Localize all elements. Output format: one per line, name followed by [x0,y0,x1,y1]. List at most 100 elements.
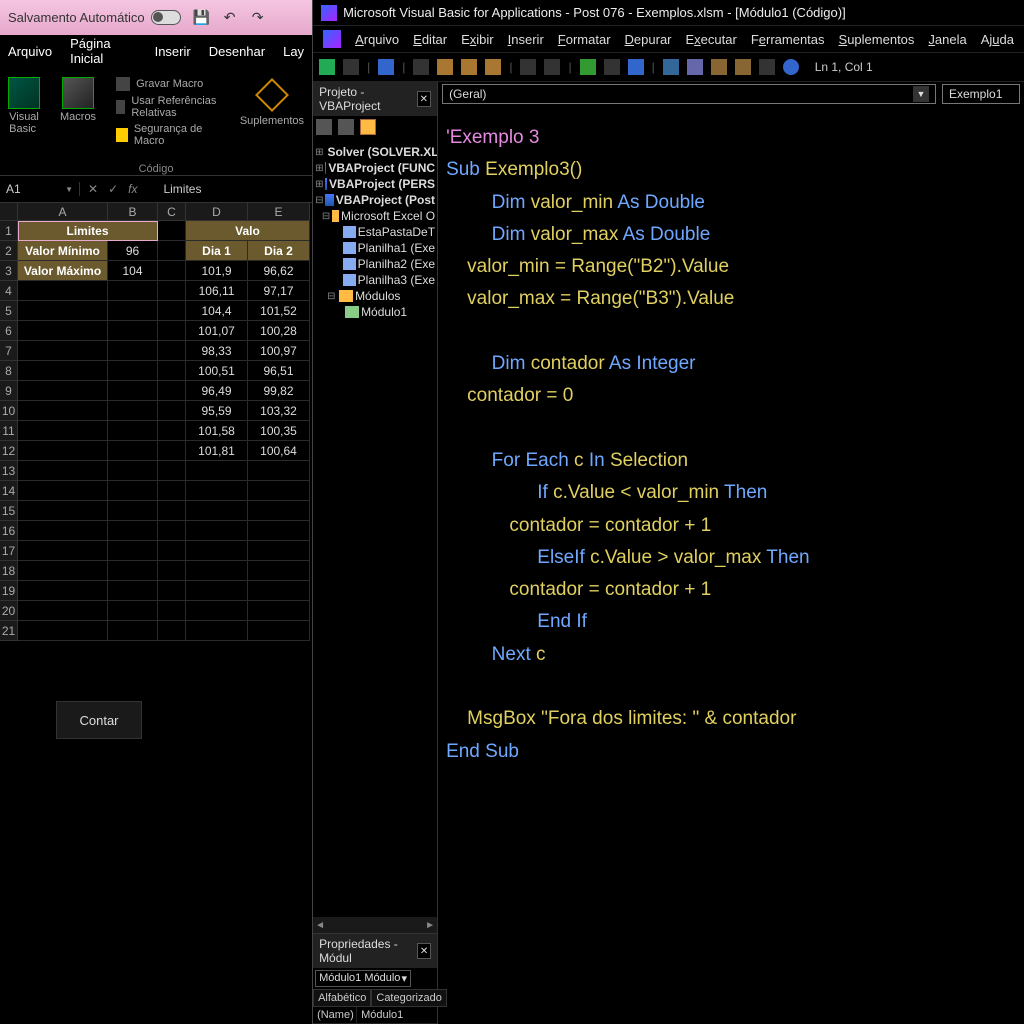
tree-folder[interactable]: ⊟Módulos [315,288,435,304]
tab-alfabetico[interactable]: Alfabético [313,989,371,1007]
cell[interactable] [18,561,108,581]
row-header[interactable]: 2 [0,241,18,261]
suplementos-button[interactable]: Suplementos [240,77,304,147]
cell[interactable] [18,421,108,441]
cell[interactable] [108,581,158,601]
cell[interactable]: 101,07 [186,321,248,341]
cell[interactable] [158,581,186,601]
cell[interactable] [158,421,186,441]
cell[interactable] [158,241,186,261]
cell[interactable] [158,341,186,361]
run-icon[interactable] [580,59,596,75]
cell[interactable] [158,321,186,341]
break-icon[interactable] [604,59,620,75]
cell[interactable]: 100,28 [248,321,310,341]
save-icon[interactable] [378,59,394,75]
view-code-icon[interactable] [316,119,332,135]
cell[interactable] [158,501,186,521]
cell[interactable] [18,601,108,621]
cell[interactable] [18,281,108,301]
cell[interactable] [18,361,108,381]
cell[interactable] [108,481,158,501]
cell[interactable] [108,621,158,641]
cell[interactable] [248,621,310,641]
cell[interactable] [158,621,186,641]
cell[interactable] [248,481,310,501]
row-header[interactable]: 7 [0,341,18,361]
cell[interactable]: 100,64 [248,441,310,461]
cell[interactable] [18,441,108,461]
fx-icon[interactable]: fx [128,182,137,196]
menu-arquivo[interactable]: Arquivo [8,44,52,59]
cell[interactable]: 100,51 [186,361,248,381]
cell[interactable] [248,601,310,621]
cell[interactable] [108,501,158,521]
cell[interactable] [248,541,310,561]
close-icon[interactable]: ✕ [417,943,431,959]
tree-folder[interactable]: ⊟Microsoft Excel O [315,208,435,224]
cell[interactable] [108,601,158,621]
cell[interactable]: Valo [186,221,310,241]
procedure-combo[interactable]: Exemplo1 [942,84,1020,104]
cell[interactable] [108,341,158,361]
row-header[interactable]: 1 [0,221,18,241]
cell[interactable] [158,301,186,321]
row-header[interactable]: 10 [0,401,18,421]
cell[interactable] [18,501,108,521]
cell[interactable] [108,321,158,341]
cell[interactable] [18,321,108,341]
cell[interactable] [248,581,310,601]
cell[interactable] [158,361,186,381]
cell[interactable]: 104,4 [186,301,248,321]
row-header[interactable]: 4 [0,281,18,301]
cell[interactable]: Valor Máximo [18,261,108,281]
cell[interactable] [108,421,158,441]
visual-basic-button[interactable]: Visual Basic [8,77,40,147]
help-icon[interactable] [783,59,799,75]
cell[interactable]: 100,35 [248,421,310,441]
row-header[interactable]: 11 [0,421,18,441]
tree-sheet[interactable]: Planilha2 (Exe [315,256,435,272]
project-icon[interactable] [687,59,703,75]
row-header[interactable]: 19 [0,581,18,601]
cell[interactable]: Dia 1 [186,241,248,261]
cell[interactable] [18,541,108,561]
tree-module[interactable]: Módulo1 [315,304,435,320]
cell[interactable] [158,461,186,481]
cell[interactable] [186,461,248,481]
cell[interactable]: 103,32 [248,401,310,421]
cell[interactable] [18,581,108,601]
row-header[interactable]: 16 [0,521,18,541]
vbe-menu-item[interactable]: Ferramentas [751,32,825,47]
property-object-combo[interactable]: Módulo1 Módulo▾ [315,970,411,987]
row-header[interactable]: 14 [0,481,18,501]
cell[interactable]: 101,52 [248,301,310,321]
tree-project[interactable]: ⊞Solver (SOLVER.XL [315,144,435,160]
cell[interactable] [108,541,158,561]
vbe-menu-item[interactable]: Inserir [508,32,544,47]
contar-button[interactable]: Contar [56,701,142,739]
row-header[interactable]: 5 [0,301,18,321]
row-header[interactable]: 20 [0,601,18,621]
cell[interactable]: 106,11 [186,281,248,301]
code-editor[interactable]: 'Exemplo 3 Sub Exemplo3() Dim valor_min … [438,106,1024,1024]
vbe-menu-item[interactable]: Arquivo [355,32,399,47]
cell[interactable]: 100,97 [248,341,310,361]
properties-icon[interactable] [711,59,727,75]
cell[interactable] [158,561,186,581]
cell[interactable] [158,481,186,501]
tree-project[interactable]: ⊞VBAProject (FUNC [315,160,435,176]
cell[interactable] [108,521,158,541]
cell[interactable] [158,541,186,561]
formula-bar-value[interactable]: Limites [163,182,201,196]
row-header[interactable]: 12 [0,441,18,461]
col-header[interactable]: B [108,203,158,221]
menu-layout[interactable]: Lay [283,44,304,59]
cell[interactable] [108,461,158,481]
vbe-menu-item[interactable]: Executar [686,32,737,47]
menu-pagina-inicial[interactable]: Página Inicial [70,36,137,66]
tree-sheet[interactable]: EstaPastaDeT [315,224,435,240]
cell[interactable] [18,341,108,361]
vbe-menu-item[interactable]: Janela [928,32,966,47]
toolbox-icon[interactable] [759,59,775,75]
